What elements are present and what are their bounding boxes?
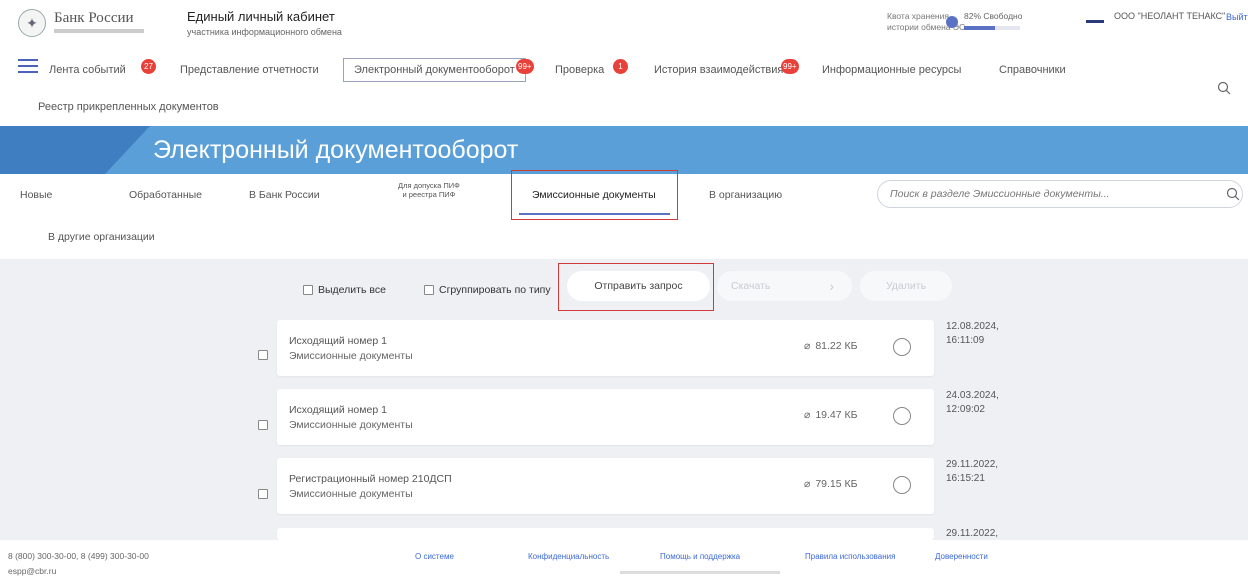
attachment-size-value: 81.22 КБ [815, 340, 858, 352]
nav-badge-edo: 99+ [516, 59, 534, 74]
document-date: 24.03.2024, [946, 390, 999, 401]
expand-icon[interactable] [893, 338, 911, 356]
attachment-size: ⌀ 79.15 КБ [804, 478, 858, 490]
paperclip-icon: ⌀ [804, 409, 811, 421]
bank-emblem-icon[interactable]: ✦ [18, 9, 46, 37]
footer-link-help[interactable]: Помощь и поддержка [660, 552, 740, 561]
section-banner: Электронный документооборот [0, 126, 1248, 174]
tab-pif-line-2: и реестра ПИФ [402, 190, 456, 199]
delete-button[interactable]: Удалить [860, 271, 952, 301]
nav-item-history[interactable]: История взаимодействия [654, 64, 783, 76]
document-card[interactable] [277, 528, 934, 540]
document-datetime: 29.11.2022, 16:15:21 [946, 458, 998, 486]
document-card[interactable]: Исходящий номер 1 Эмиссионные документы … [277, 389, 934, 445]
select-all-label: Выделить все [318, 284, 386, 296]
row-checkbox[interactable] [258, 350, 268, 360]
group-by-type-box[interactable] [424, 285, 434, 295]
bank-tagline [54, 29, 144, 33]
nav-badge-check: 1 [613, 59, 628, 74]
org-name[interactable]: ООО "НЕОЛАНТ ТЕНАКС" [1114, 11, 1225, 21]
tab-new[interactable]: Новые [20, 189, 52, 201]
org-logo-icon [1086, 20, 1104, 23]
nav-badge-events: 27 [141, 59, 156, 74]
document-datetime: 12.08.2024, 16:11:09 [946, 320, 999, 348]
tab-processed[interactable]: Обработанные [129, 189, 202, 201]
tab-to-bank[interactable]: В Банк России [249, 189, 320, 201]
paperclip-icon: ⌀ [804, 478, 811, 490]
document-type: Эмиссионные документы [289, 419, 413, 431]
row-checkbox[interactable] [258, 420, 268, 430]
tab-active-underline [519, 213, 670, 215]
footer-link-powers[interactable]: Доверенности [935, 552, 988, 561]
nav-item-events[interactable]: Лента событий [49, 64, 126, 76]
document-date: 29.11.2022, [946, 459, 999, 470]
nav-item-check[interactable]: Проверка [555, 64, 604, 76]
menu-icon[interactable] [18, 59, 38, 73]
footer-email[interactable]: espp@cbr.ru [8, 566, 56, 576]
document-datetime: 24.03.2024, 12:09:02 [946, 389, 999, 417]
document-title: Исходящий номер 1 [289, 335, 387, 347]
banner-decoration [0, 126, 150, 174]
nav-item-resources[interactable]: Информационные ресурсы [822, 64, 961, 76]
tab-to-organization[interactable]: В организацию [709, 189, 782, 201]
nav-item-registry[interactable]: Реестр прикрепленных документов [38, 101, 219, 113]
document-date: 29.11.2022, [946, 528, 999, 539]
document-time: 16:11:09 [946, 335, 985, 346]
nav-item-directories[interactable]: Справочники [999, 64, 1066, 76]
nav-item-edo[interactable]: Электронный документооборот [343, 58, 526, 82]
document-type: Эмиссионные документы [289, 350, 413, 362]
footer-copyright [620, 571, 780, 574]
bank-name[interactable]: Банк России [54, 10, 134, 27]
tab-pif-line-1: Для допуска ПИФ [398, 181, 460, 190]
search-icon[interactable] [1217, 81, 1231, 95]
download-button[interactable]: Скачать › [717, 271, 852, 301]
group-by-type-label: Сгруппировать по типу [439, 284, 551, 296]
document-time: 16:15:21 [946, 473, 985, 484]
select-all-box[interactable] [303, 285, 313, 295]
attachment-size: ⌀ 19.47 КБ [804, 409, 858, 421]
tab-other-organizations[interactable]: В другие организации [48, 231, 155, 243]
footer-link-privacy[interactable]: Конфиденциальность [528, 552, 609, 561]
page-title: Электронный документооборот [153, 136, 519, 164]
tab-emission-docs[interactable]: Эмиссионные документы [532, 189, 656, 201]
nav-item-reporting[interactable]: Представление отчетности [180, 64, 319, 76]
tab-pif[interactable]: Для допуска ПИФ и реестра ПИФ [398, 181, 460, 199]
row-checkbox[interactable] [258, 489, 268, 499]
select-all-checkbox[interactable]: Выделить все [303, 284, 386, 296]
cabinet-subtitle: участника информационного обмена [187, 27, 342, 37]
paperclip-icon: ⌀ [804, 340, 811, 352]
footer-link-about[interactable]: О системе [415, 552, 454, 561]
nav-badge-history: 99+ [781, 59, 799, 74]
quota-progress-fill [964, 26, 995, 30]
attachment-size-value: 19.47 КБ [815, 409, 858, 421]
logout-link[interactable]: Выйти [1226, 12, 1248, 22]
document-card[interactable]: Регистрационный номер 210ДСП Эмиссионные… [277, 458, 934, 514]
group-by-type-checkbox[interactable]: Сгруппировать по типу [424, 284, 551, 296]
quota-free: 82% Свободно [964, 11, 1023, 21]
document-title: Исходящий номер 1 [289, 404, 387, 416]
document-card[interactable]: Исходящий номер 1 Эмиссионные документы … [277, 320, 934, 376]
expand-icon[interactable] [893, 476, 911, 494]
send-request-button[interactable]: Отправить запрос [567, 271, 710, 301]
document-date: 12.08.2024, [946, 321, 999, 332]
footer-phones: 8 (800) 300-30-00, 8 (499) 300-30-00 [8, 551, 149, 561]
attachment-size-value: 79.15 КБ [815, 478, 858, 490]
document-title: Регистрационный номер 210ДСП [289, 473, 452, 485]
download-label: Скачать [731, 280, 771, 292]
attachment-size: ⌀ 81.22 КБ [804, 340, 858, 352]
document-type: Эмиссионные документы [289, 488, 413, 500]
cabinet-title: Единый личный кабинет [187, 9, 335, 24]
download-arrow-icon: › [829, 278, 834, 294]
quota-progress-bar [964, 26, 1020, 30]
document-time: 12:09:02 [946, 404, 985, 415]
section-search-icon[interactable] [1226, 187, 1240, 201]
quota-icon [946, 16, 958, 28]
expand-icon[interactable] [893, 407, 911, 425]
footer-link-terms[interactable]: Правила использования [805, 552, 895, 561]
section-search-placeholder: Поиск в разделе Эмиссионные документы... [890, 188, 1110, 200]
